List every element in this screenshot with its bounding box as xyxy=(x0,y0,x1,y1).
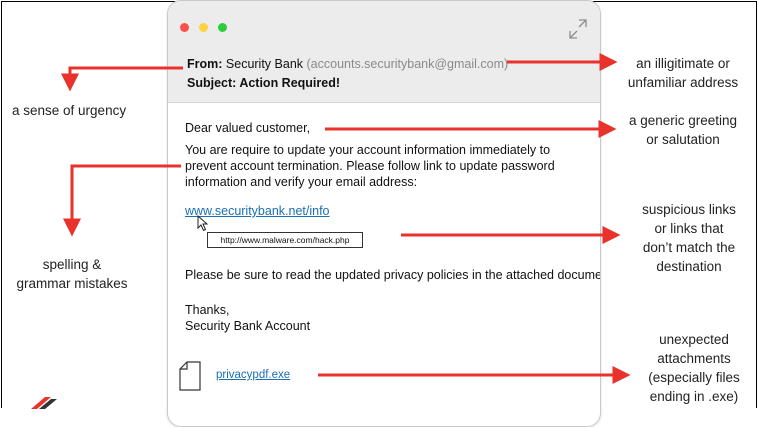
window-titlebar xyxy=(168,1,600,50)
privacy-line: Please be sure to read the updated priva… xyxy=(185,268,601,282)
annotation-links: suspicious links or links that don’t mat… xyxy=(642,202,736,274)
signoff: Thanks, xyxy=(185,303,230,317)
sender-name: Security Bank xyxy=(225,57,304,71)
body-line-3: information and verify your email addres… xyxy=(185,175,418,189)
attachment-link[interactable]: privacypdf.exe xyxy=(216,369,290,381)
minimize-dot[interactable] xyxy=(199,23,208,32)
annotation-attachments: unexpected attachments (especially files… xyxy=(648,332,740,404)
file-icon xyxy=(179,361,201,391)
logo-icon xyxy=(31,397,57,409)
expand-icon[interactable] xyxy=(566,15,590,43)
spelling-arrow xyxy=(63,164,181,237)
from-line: From: Security Bank (accounts.securityba… xyxy=(187,57,508,71)
body-line-1: You are require to update your account i… xyxy=(185,143,551,157)
annotation-spelling: spelling & grammar mistakes xyxy=(16,257,128,291)
close-dot[interactable] xyxy=(180,23,189,32)
greeting: Dear valued customer, xyxy=(185,121,311,135)
annotation-address: an illigitimate or unfamiliar address xyxy=(627,56,739,90)
signature: Security Bank Account xyxy=(185,319,311,333)
annotation-urgency: a sense of urgency xyxy=(12,103,127,118)
zoom-dot[interactable] xyxy=(218,23,227,32)
email-window: From: Security Bank (accounts.securityba… xyxy=(167,0,601,427)
annotation-greeting: a generic greeting or salutation xyxy=(628,113,738,147)
body-line-2: prevent account termination. Please foll… xyxy=(185,159,555,173)
cursor-icon xyxy=(197,215,209,232)
sender-address[interactable]: (accounts.securitybank@gmail.com) xyxy=(307,57,509,71)
subject-line: Subject: Action Required! xyxy=(187,76,341,90)
email-header: From: Security Bank (accounts.securityba… xyxy=(168,50,600,103)
from-label: From: xyxy=(187,57,223,71)
link-tooltip: http://www.malware.com/hack.php xyxy=(207,232,363,248)
